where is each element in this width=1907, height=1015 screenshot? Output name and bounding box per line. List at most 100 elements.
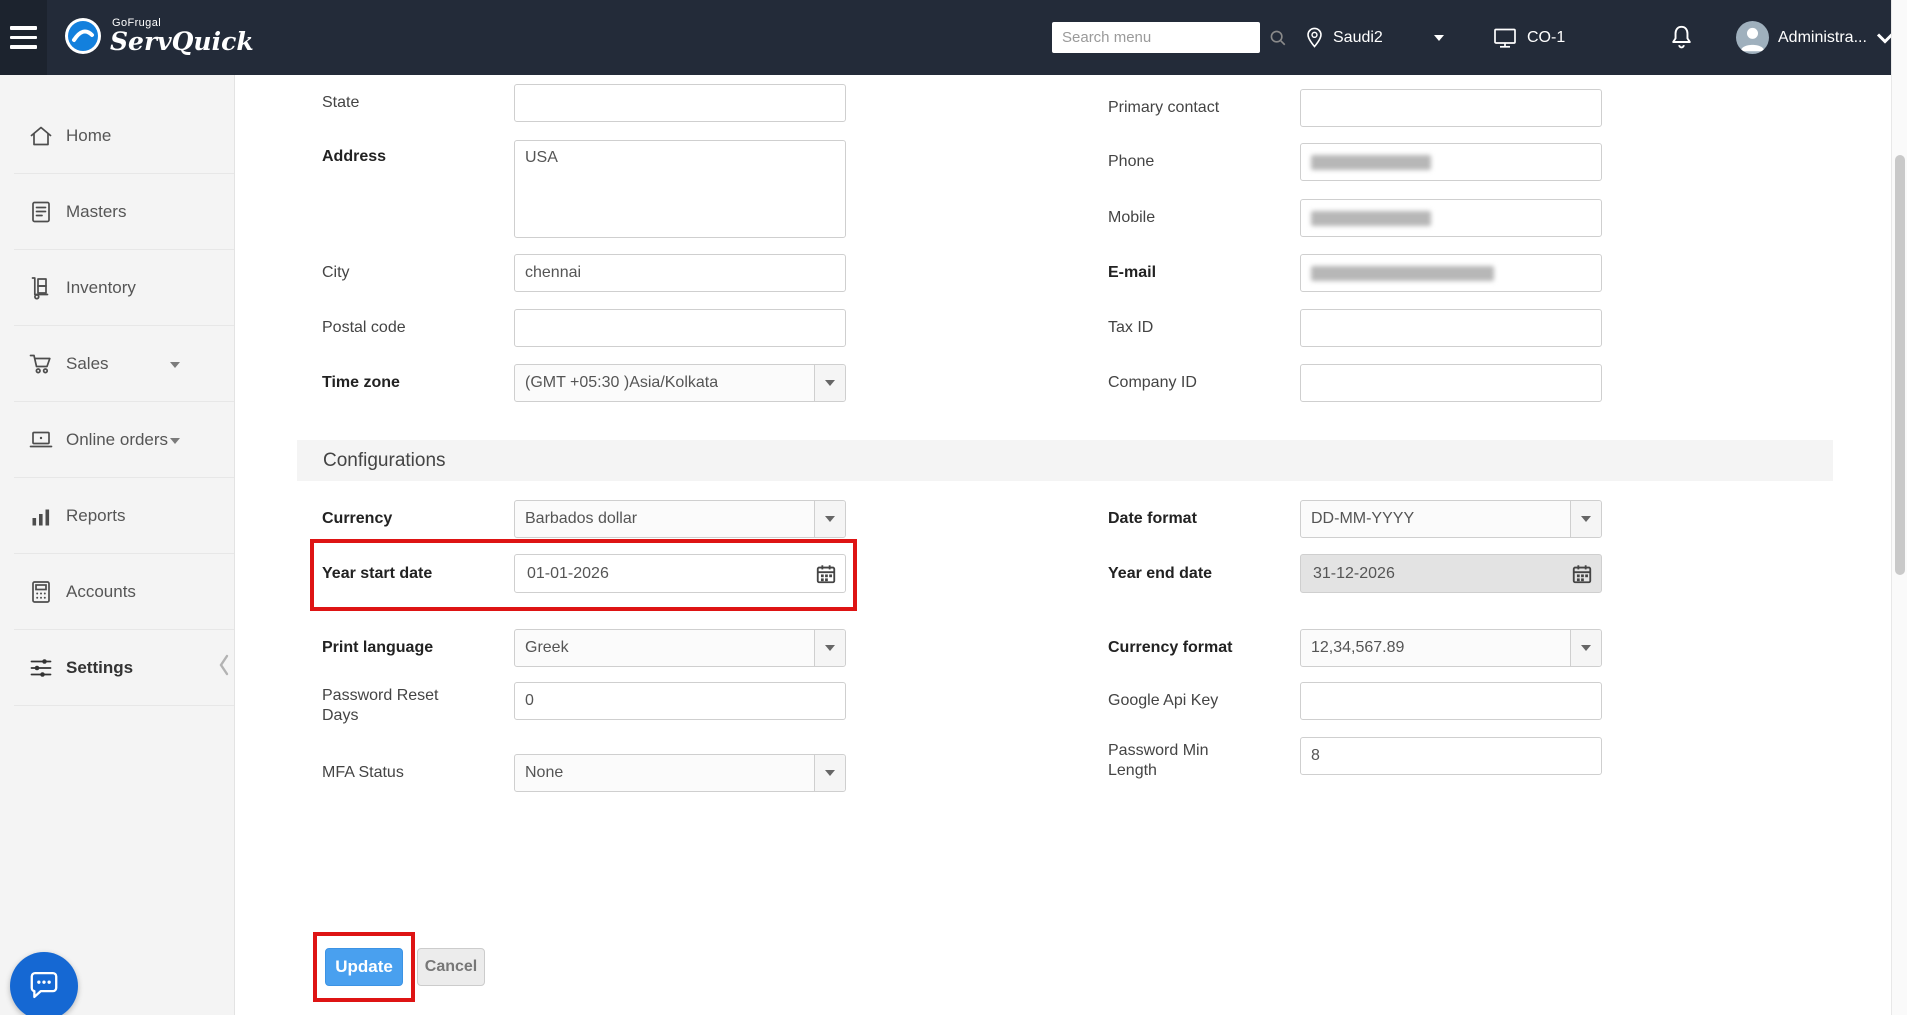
- primary-contact-input[interactable]: [1300, 89, 1602, 127]
- masters-icon: [28, 199, 54, 225]
- online-orders-icon: [28, 427, 54, 453]
- field-label-state: State: [322, 84, 502, 122]
- postal-code-input[interactable]: [514, 309, 846, 347]
- date-format-select[interactable]: DD-MM-YYYY: [1300, 500, 1602, 538]
- tax-id-input[interactable]: [1300, 309, 1602, 347]
- time-zone-value: (GMT +05:30 )Asia/Kolkata: [525, 374, 718, 392]
- mfa-status-select[interactable]: None: [514, 754, 846, 792]
- settings-form: State Address USA City Postal code Time …: [235, 75, 1891, 1015]
- chevron-down-icon: [170, 438, 180, 444]
- app-logo[interactable]: GoFrugal ServQuick: [64, 17, 254, 55]
- field-label-year-start-date: Year start date: [322, 555, 502, 593]
- year-start-date-input[interactable]: 01-01-2026: [514, 554, 846, 593]
- notifications-bell-icon[interactable]: [1668, 23, 1695, 57]
- calendar-icon: [1571, 563, 1593, 585]
- search-icon[interactable]: [1269, 29, 1287, 47]
- reports-bar-chart-icon: [28, 503, 54, 529]
- sidebar-item-label: Settings: [66, 658, 133, 678]
- sidebar-item-masters[interactable]: Masters: [0, 174, 234, 250]
- terminal-selector[interactable]: CO-1: [1492, 0, 1565, 75]
- hamburger-menu-icon[interactable]: [0, 0, 47, 75]
- location-pin-icon: [1305, 26, 1324, 49]
- scrollbar-thumb[interactable]: [1895, 155, 1905, 575]
- chevron-down-icon[interactable]: [814, 755, 845, 791]
- sidebar-item-accounts[interactable]: Accounts: [0, 554, 234, 630]
- currency-value: Barbados dollar: [525, 510, 637, 528]
- date-format-value: DD-MM-YYYY: [1311, 510, 1414, 528]
- sidebar-item-sales[interactable]: Sales: [0, 326, 234, 402]
- sidebar-item-settings[interactable]: Settings: [0, 630, 234, 706]
- currency-format-select[interactable]: 12,34,567.89: [1300, 629, 1602, 667]
- brand-name-label: ServQuick: [110, 29, 254, 55]
- state-input[interactable]: [514, 84, 846, 122]
- year-start-date-value: 01-01-2026: [527, 565, 609, 583]
- email-input[interactable]: [1300, 254, 1602, 292]
- field-label-google-api-key: Google Api Key: [1108, 682, 1288, 720]
- field-label-postal-code: Postal code: [322, 309, 502, 347]
- year-end-date-value: 31-12-2026: [1313, 565, 1395, 583]
- field-label-company-id: Company ID: [1108, 364, 1288, 402]
- location-selector[interactable]: Saudi2: [1305, 0, 1383, 75]
- sidebar-item-inventory[interactable]: Inventory: [0, 250, 234, 326]
- chevron-down-icon[interactable]: [1570, 630, 1601, 666]
- field-label-date-format: Date format: [1108, 500, 1288, 538]
- password-reset-days-input[interactable]: [514, 682, 846, 720]
- address-textarea[interactable]: USA: [514, 140, 846, 238]
- field-label-password-reset-days: Password Reset Days: [322, 686, 442, 726]
- field-label-address: Address: [322, 147, 502, 167]
- currency-select[interactable]: Barbados dollar: [514, 500, 846, 538]
- user-menu[interactable]: Administra...: [1736, 0, 1894, 75]
- city-input[interactable]: [514, 254, 846, 292]
- search-input[interactable]: [1052, 29, 1269, 46]
- topbar: GoFrugal ServQuick Saudi2 CO-1: [0, 0, 1891, 75]
- location-label: Saudi2: [1333, 29, 1383, 47]
- inventory-icon: [28, 275, 54, 301]
- field-label-print-language: Print language: [322, 629, 502, 667]
- field-label-mobile: Mobile: [1108, 199, 1288, 237]
- chat-bubble-icon: [26, 970, 62, 1002]
- company-id-input[interactable]: [1300, 364, 1602, 402]
- field-label-email: E-mail: [1108, 254, 1288, 292]
- redacted-value: [1311, 266, 1494, 281]
- logo-icon: [64, 17, 102, 55]
- time-zone-select[interactable]: (GMT +05:30 )Asia/Kolkata: [514, 364, 846, 402]
- sidebar: Home Masters Inventory Sales: [0, 75, 235, 1015]
- sidebar-item-home[interactable]: Home: [0, 98, 234, 174]
- sidebar-item-label: Home: [66, 126, 111, 146]
- chevron-down-icon[interactable]: [814, 365, 845, 401]
- terminal-label: CO-1: [1527, 29, 1565, 47]
- chevron-down-icon[interactable]: [814, 501, 845, 537]
- user-label: Administra...: [1778, 29, 1867, 47]
- mobile-input[interactable]: [1300, 199, 1602, 237]
- chevron-down-icon[interactable]: [1570, 501, 1601, 537]
- print-language-select[interactable]: Greek: [514, 629, 846, 667]
- update-button[interactable]: Update: [325, 948, 403, 986]
- mfa-status-value: None: [525, 764, 563, 782]
- home-icon: [28, 123, 54, 149]
- google-api-key-input[interactable]: [1300, 682, 1602, 720]
- chevron-down-icon[interactable]: [814, 630, 845, 666]
- chat-support-button[interactable]: [10, 952, 78, 1015]
- currency-format-value: 12,34,567.89: [1311, 639, 1404, 657]
- brand-text: GoFrugal ServQuick: [110, 17, 254, 55]
- sidebar-item-label: Reports: [66, 506, 126, 526]
- password-min-length-input[interactable]: [1300, 737, 1602, 775]
- cancel-button[interactable]: Cancel: [417, 948, 485, 986]
- accounts-calculator-icon: [28, 579, 54, 605]
- search-box: [1052, 22, 1260, 53]
- settings-sliders-icon: [28, 655, 54, 681]
- redacted-value: [1311, 211, 1431, 226]
- avatar: [1736, 21, 1769, 54]
- field-label-phone: Phone: [1108, 143, 1288, 181]
- sidebar-item-reports[interactable]: Reports: [0, 478, 234, 554]
- calendar-icon[interactable]: [815, 563, 837, 585]
- chevron-down-icon: [170, 362, 180, 368]
- sidebar-item-label: Masters: [66, 202, 126, 222]
- sidebar-collapse-chevron-left-icon[interactable]: [218, 653, 230, 682]
- sidebar-item-online-orders[interactable]: Online orders: [0, 402, 234, 478]
- configurations-section-header: Configurations: [297, 440, 1833, 481]
- redacted-value: [1311, 155, 1431, 170]
- phone-input[interactable]: [1300, 143, 1602, 181]
- chevron-down-icon[interactable]: [1434, 35, 1444, 41]
- field-label-time-zone: Time zone: [322, 364, 502, 402]
